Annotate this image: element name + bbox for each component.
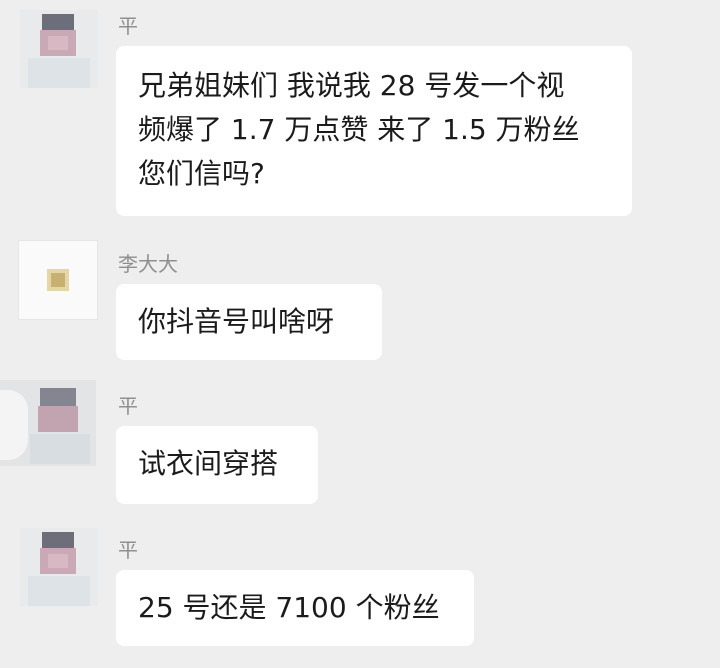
sender-name: 平 <box>118 394 138 418</box>
message-text-line: 试衣间穿搭 <box>138 447 279 480</box>
message-bubble[interactable]: 25 号还是 7100 个粉丝 <box>116 570 474 646</box>
avatar[interactable] <box>18 240 98 320</box>
avatar[interactable] <box>0 380 96 466</box>
sender-name: 李大大 <box>118 252 178 276</box>
message-text-line: 你抖音号叫啥呀 <box>138 305 335 338</box>
sender-name: 平 <box>118 14 138 38</box>
avatar[interactable] <box>20 528 98 606</box>
message-text-line: 兄弟姐妹们 我说我 28 号发一个视 <box>138 69 565 102</box>
message-text-line: 频爆了 1.7 万点赞 来了 1.5 万粉丝 <box>138 113 580 146</box>
message-bubble[interactable]: 你抖音号叫啥呀 <box>116 284 382 360</box>
message-bubble[interactable]: 兄弟姐妹们 我说我 28 号发一个视 频爆了 1.7 万点赞 来了 1.5 万粉… <box>116 46 632 216</box>
sender-name: 平 <box>118 538 138 562</box>
message-text-line: 您们信吗? <box>138 157 265 190</box>
chat-conversation: 平 兄弟姐妹们 我说我 28 号发一个视 频爆了 1.7 万点赞 来了 1.5 … <box>0 0 720 668</box>
message-bubble[interactable]: 试衣间穿搭 <box>116 426 318 504</box>
message-text-line: 25 号还是 7100 个粉丝 <box>138 591 440 624</box>
avatar[interactable] <box>20 10 98 88</box>
